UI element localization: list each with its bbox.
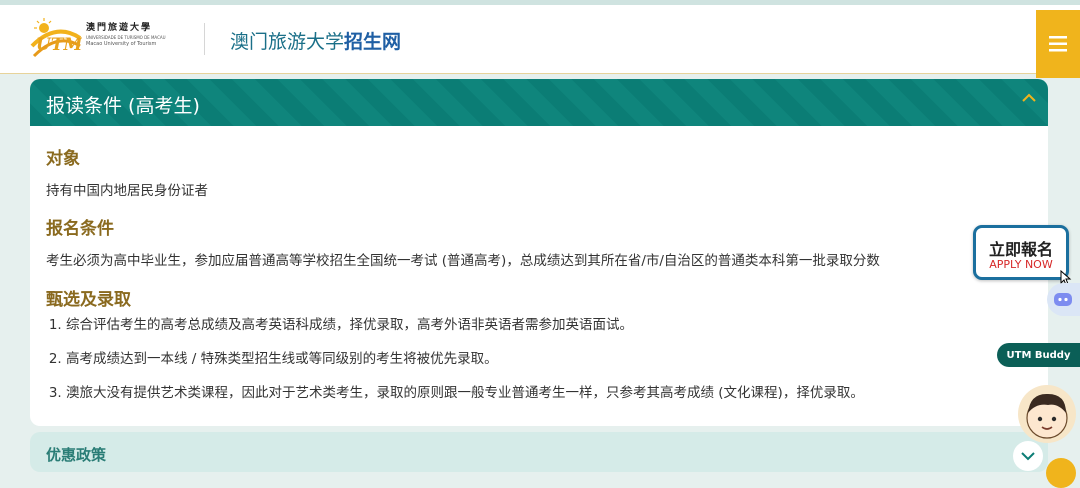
logo-name-en: Macao University of Tourism — [86, 41, 157, 47]
buddy-avatar[interactable] — [1018, 385, 1076, 443]
selection-list: 综合评估考生的高考总成绩及高考英语科成绩，择优录取，高考外语非英语者需参加英语面… — [46, 316, 1016, 418]
utm-logo-mark: UTM — [30, 18, 82, 58]
apply-label-en: APPLY NOW — [989, 258, 1053, 271]
apply-now-button[interactable]: 立即報名 APPLY NOW — [973, 225, 1069, 280]
utm-buddy-label[interactable]: UTM Buddy — [997, 343, 1080, 367]
requirement-heading: 报名条件 — [46, 219, 114, 239]
chevron-down-icon — [1021, 451, 1035, 460]
chatbot-launcher[interactable] — [1047, 283, 1080, 316]
site-header: UTM 澳門旅遊大學 UNIVERSIDADE DE TURISMO DE MA… — [0, 5, 1080, 78]
accordion-title: 报读条件 (高考生) — [46, 95, 200, 117]
eligibility-card: 报读条件 (高考生) 对象 持有中国内地居民身份证者 报名条件 考生必须为高中毕… — [30, 79, 1048, 426]
accordion-preferential-policy[interactable]: 优惠政策 — [30, 432, 1048, 472]
target-heading: 对象 — [46, 149, 80, 169]
floating-action-dot[interactable] — [1046, 458, 1076, 488]
logo-name-zh: 澳門旅遊大學 — [86, 23, 153, 33]
list-item: 澳旅大没有提供艺术类课程，因此对于艺术类考生，录取的原则跟一般专业普通考生一样，… — [66, 384, 1016, 418]
site-title-bold: 招生网 — [344, 31, 402, 53]
menu-button[interactable] — [1036, 10, 1080, 78]
target-text: 持有中国内地居民身份证者 — [46, 183, 208, 199]
svg-text:UTM: UTM — [36, 35, 82, 55]
logo-name-pt: UNIVERSIDADE DE TURISMO DE MACAU — [86, 35, 166, 40]
selection-heading: 甄选及录取 — [46, 290, 131, 310]
chatbot-icon — [1054, 292, 1072, 306]
scroll-down-button[interactable] — [1013, 441, 1043, 471]
logo-wordmark: 澳門旅遊大學 UNIVERSIDADE DE TURISMO DE MACAU … — [86, 24, 166, 47]
list-item: 高考成绩达到一本线 / 特殊类型招生线或等同级别的考生将被优先录取。 — [66, 350, 1016, 384]
utm-logo[interactable]: UTM 澳門旅遊大學 UNIVERSIDADE DE TURISMO DE MA… — [30, 14, 175, 64]
site-title[interactable]: 澳门旅游大学招生网 — [230, 27, 401, 54]
header-divider — [204, 23, 205, 55]
chevron-up-icon — [1022, 93, 1036, 102]
buddy-face-icon — [1026, 393, 1068, 439]
hamburger-icon — [1049, 36, 1067, 52]
accordion-header[interactable]: 报读条件 (高考生) — [30, 79, 1048, 126]
list-item: 综合评估考生的高考总成绩及高考英语科成绩，择优录取，高考外语非英语者需参加英语面… — [66, 316, 1016, 350]
apply-label-zh: 立即報名 — [988, 240, 1053, 259]
requirement-text: 考生必须为高中毕业生，参加应届普通高等学校招生全国统一考试 (普通高考)，总成绩… — [46, 253, 880, 269]
site-title-plain: 澳门旅游大学 — [230, 31, 345, 53]
accordion-title: 优惠政策 — [46, 446, 107, 464]
